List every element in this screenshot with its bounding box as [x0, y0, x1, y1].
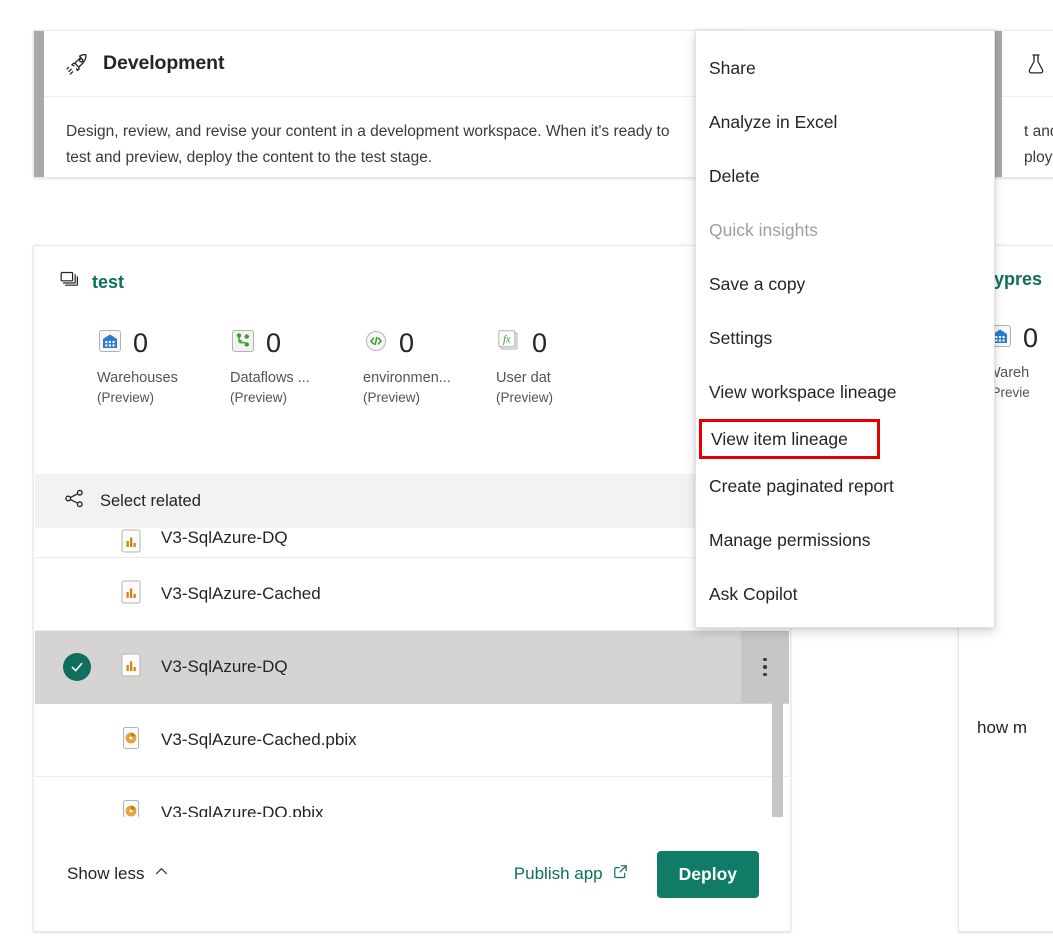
stat-preview-tag: (Previe [987, 385, 1053, 400]
stacked-windows-icon [59, 269, 80, 295]
stage-body-development: Design, review, and revise your content … [44, 97, 744, 177]
list-item[interactable]: V3-SqlAzure-Cached.pbix [35, 704, 789, 777]
ellipsis-icon [763, 658, 767, 677]
stat-count: 0 [133, 330, 148, 357]
semantic-model-icon [119, 579, 143, 610]
stat-count: 0 [399, 330, 414, 357]
menu-item-save-a-copy[interactable]: Save a copy [696, 257, 994, 311]
flask-icon [1024, 52, 1048, 76]
checkmark-icon [63, 653, 91, 681]
menu-item-view-item-lineage[interactable]: View item lineage [699, 419, 880, 459]
deploy-button[interactable]: Deploy [657, 851, 759, 898]
select-related-bar: Select related 1 s [35, 474, 789, 528]
stat-label: Dataflows ... [230, 370, 363, 386]
semantic-model-icon [119, 528, 143, 558]
list-item-name: V3-SqlAzure-DQ [161, 657, 288, 677]
list-item-selected[interactable]: V3-SqlAzure-DQ [35, 631, 789, 704]
menu-item-ask-copilot[interactable]: Ask Copilot [696, 567, 994, 621]
external-link-icon [612, 863, 629, 885]
list-item-name: V3-SqlAzure-Cached [161, 584, 321, 604]
stat-label: Wareh [987, 365, 1053, 381]
publish-app-label: Publish app [514, 864, 603, 884]
test-card-teaser-text: how m [977, 718, 1027, 738]
stage-description: Design, review, and revise your content … [66, 119, 720, 171]
stat-label: User dat [496, 370, 629, 386]
stage-body-test: t and v ploy the [1002, 97, 1053, 177]
stat-label: Warehouses [97, 370, 230, 386]
show-less-label: Show less [67, 864, 144, 884]
stage-card-development: Development Design, review, and revise y… [33, 30, 745, 178]
context-menu: Share Analyze in Excel Delete Quick insi… [695, 30, 995, 628]
stat-count: 0 [266, 330, 281, 357]
stage-header-development: Development [44, 31, 744, 97]
stage-description-test: t and v ploy the [1024, 119, 1053, 171]
dataflow-icon [230, 328, 256, 359]
stage-header-test: Test [1002, 31, 1053, 97]
select-related-label: Select related [100, 492, 201, 511]
menu-item-delete[interactable]: Delete [696, 149, 994, 203]
warehouse-icon [97, 328, 123, 359]
stat-label: environmen... [363, 370, 496, 386]
publish-app-button[interactable]: Publish app [514, 863, 629, 885]
stat-count: 0 [1023, 325, 1038, 352]
function-icon: fx [496, 328, 522, 359]
stage-card-test: Test t and v ploy the [991, 30, 1053, 178]
workspace-name[interactable]: test [92, 272, 124, 293]
semantic-model-icon [119, 652, 143, 683]
menu-item-share[interactable]: Share [696, 41, 994, 95]
stat-preview-tag: (Preview) [230, 390, 363, 405]
stat-environments: 0 environmen... (Preview) [363, 328, 496, 405]
stage-accent-bar [34, 31, 44, 177]
development-content-card: test 0 Warehouses (Preview) [33, 245, 791, 932]
workspace-stats-row: 0 Warehouses (Preview) [34, 295, 790, 405]
chevron-up-icon [153, 863, 170, 885]
menu-item-view-workspace-lineage[interactable]: View workspace lineage [696, 365, 994, 419]
environment-icon [363, 328, 389, 359]
stat-warehouses: 0 Warehouses (Preview) [97, 328, 230, 405]
list-item-name: V3-SqlAzure-DQ [161, 528, 288, 548]
menu-item-analyze-in-excel[interactable]: Analyze in Excel [696, 95, 994, 149]
stat-dataflows: 0 Dataflows ... (Preview) [230, 328, 363, 405]
report-icon [119, 725, 143, 756]
menu-item-manage-permissions[interactable]: Manage permissions [696, 513, 994, 567]
item-check-slot[interactable] [63, 653, 119, 681]
card-footer: Show less Publish app Deploy [35, 817, 789, 931]
rocket-icon [66, 52, 90, 76]
show-less-button[interactable]: Show less [67, 863, 170, 885]
menu-item-quick-insights: Quick insights [696, 203, 994, 257]
svg-text:fx: fx [503, 334, 511, 345]
list-item[interactable]: V3-SqlAzure-DQ [35, 528, 789, 558]
menu-item-create-paginated-report[interactable]: Create paginated report [696, 459, 994, 513]
stat-count: 0 [532, 330, 547, 357]
stage-title: Development [103, 52, 224, 75]
menu-item-settings[interactable]: Settings [696, 311, 994, 365]
list-item[interactable]: V3-SqlAzure-Cached [35, 558, 789, 631]
share-nodes-icon [63, 487, 86, 515]
list-item-name: V3-SqlAzure-Cached.pbix [161, 730, 357, 750]
stat-user-data-functions: fx 0 User dat (Preview) [496, 328, 629, 405]
stat-preview-tag: (Preview) [97, 390, 230, 405]
workspace-header: test [34, 246, 790, 295]
footer-actions: Publish app Deploy [514, 851, 759, 898]
stat-preview-tag: (Preview) [496, 390, 629, 405]
stat-preview-tag: (Preview) [363, 390, 496, 405]
stat-warehouses-test: 0 Wareh (Previe [987, 323, 1053, 400]
